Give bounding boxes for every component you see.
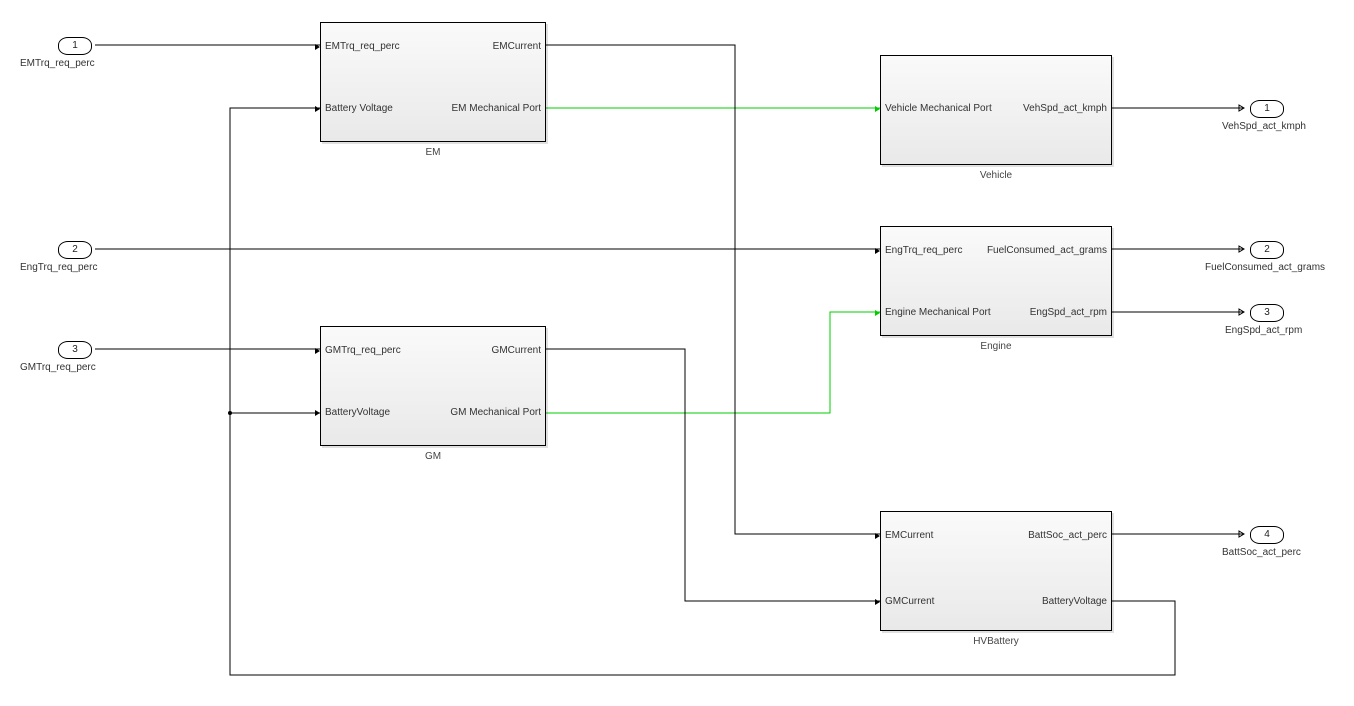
line-emcurrent xyxy=(545,45,880,534)
block-em[interactable]: EMTrq_req_perc Battery Voltage EMCurrent… xyxy=(320,22,546,142)
block-vehicle[interactable]: Vehicle Mechanical Port VehSpd_act_kmph … xyxy=(880,55,1112,165)
outport-3[interactable]: 3 xyxy=(1250,304,1284,322)
gm-in1: GMTrq_req_perc xyxy=(325,345,401,356)
line-gm-mech xyxy=(545,312,880,413)
inport-2-num: 2 xyxy=(72,244,78,255)
inport-3[interactable]: 3 xyxy=(58,341,92,359)
block-gm[interactable]: GMTrq_req_perc BatteryVoltage GMCurrent … xyxy=(320,326,546,446)
em-out1: EMCurrent xyxy=(493,41,541,52)
outport-3-num: 3 xyxy=(1264,307,1270,318)
em-out2: EM Mechanical Port xyxy=(452,103,541,114)
batt-out1: BattSoc_act_perc xyxy=(1028,530,1107,541)
inport-3-label: GMTrq_req_perc xyxy=(20,362,96,373)
outport-2[interactable]: 2 xyxy=(1250,241,1284,259)
outport-4-label: BattSoc_act_perc xyxy=(1222,547,1301,558)
inport-1[interactable]: 1 xyxy=(58,37,92,55)
outport-2-label: FuelConsumed_act_grams xyxy=(1205,262,1325,273)
em-in2: Battery Voltage xyxy=(325,103,393,114)
engine-in2: Engine Mechanical Port xyxy=(885,307,991,318)
gm-out1: GMCurrent xyxy=(492,345,541,356)
inport-2[interactable]: 2 xyxy=(58,241,92,259)
gm-out2: GM Mechanical Port xyxy=(450,407,541,418)
outport-1-num: 1 xyxy=(1264,103,1270,114)
outport-2-num: 2 xyxy=(1264,244,1270,255)
outport-4[interactable]: 4 xyxy=(1250,526,1284,544)
inport-1-num: 1 xyxy=(72,40,78,51)
engine-name: Engine xyxy=(881,341,1111,352)
line-gmcurrent xyxy=(545,349,880,601)
em-in1: EMTrq_req_perc xyxy=(325,41,400,52)
inport-2-label: EngTrq_req_perc xyxy=(20,262,97,273)
inport-1-label: EMTrq_req_perc xyxy=(20,58,95,69)
outport-1-label: VehSpd_act_kmph xyxy=(1222,121,1306,132)
batt-in1: EMCurrent xyxy=(885,530,933,541)
vehicle-name: Vehicle xyxy=(881,170,1111,181)
batt-name: HVBattery xyxy=(881,636,1111,647)
inport-3-num: 3 xyxy=(72,344,78,355)
outport-1[interactable]: 1 xyxy=(1250,100,1284,118)
simulink-canvas[interactable]: 1 EMTrq_req_perc 2 EngTrq_req_perc 3 GMT… xyxy=(0,0,1354,706)
batt-out2: BatteryVoltage xyxy=(1042,596,1107,607)
vehicle-in1: Vehicle Mechanical Port xyxy=(885,103,992,114)
block-hvbattery[interactable]: EMCurrent GMCurrent BattSoc_act_perc Bat… xyxy=(880,511,1112,631)
gm-name: GM xyxy=(321,451,545,462)
signal-lines xyxy=(0,0,1354,706)
block-engine[interactable]: EngTrq_req_perc Engine Mechanical Port F… xyxy=(880,226,1112,336)
outport-4-num: 4 xyxy=(1264,529,1270,540)
engine-in1: EngTrq_req_perc xyxy=(885,245,962,256)
engine-out2: EngSpd_act_rpm xyxy=(1030,307,1107,318)
engine-out1: FuelConsumed_act_grams xyxy=(987,245,1107,256)
vehicle-out1: VehSpd_act_kmph xyxy=(1023,103,1107,114)
gm-in2: BatteryVoltage xyxy=(325,407,390,418)
outport-3-label: EngSpd_act_rpm xyxy=(1225,325,1302,336)
em-name: EM xyxy=(321,147,545,158)
batt-in2: GMCurrent xyxy=(885,596,934,607)
